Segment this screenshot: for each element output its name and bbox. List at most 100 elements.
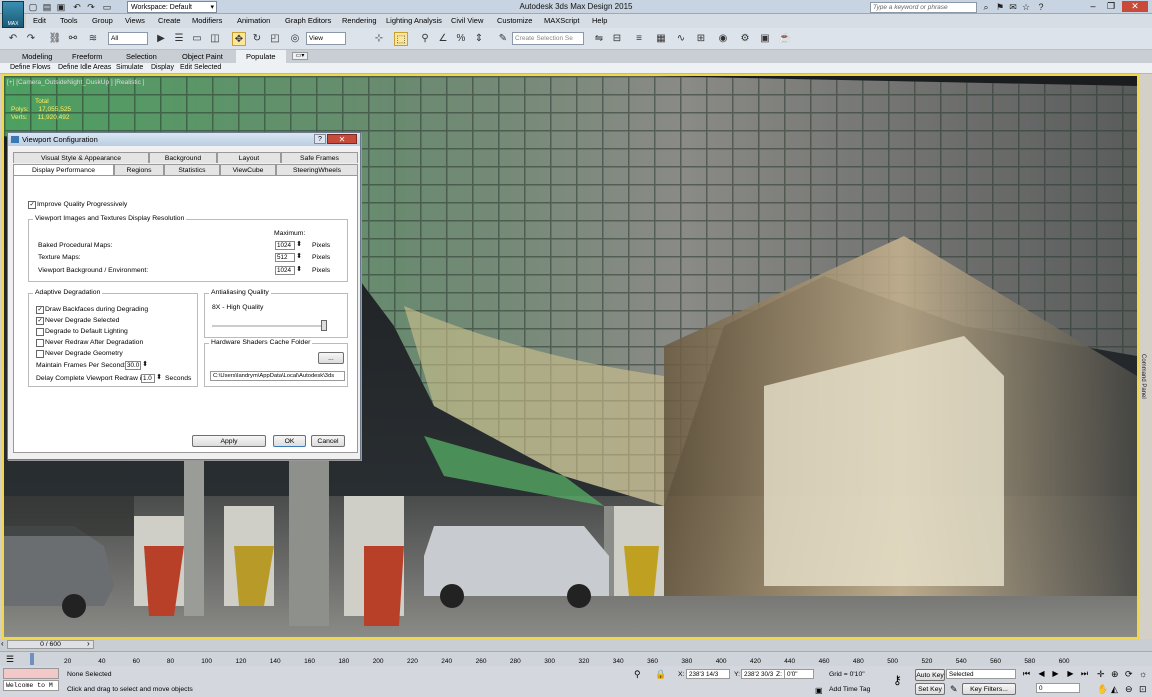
menu-help[interactable]: Help [592,16,607,25]
play-icon[interactable]: ▶ [1051,669,1060,678]
tab-layout[interactable]: Layout [217,152,281,163]
menu-group[interactable]: Group [92,16,113,25]
auto-key-button[interactable]: Auto Key [915,669,945,681]
edit-selected-button[interactable]: Edit Selected [180,64,221,71]
tab-object-paint[interactable]: Object Paint [182,52,223,61]
never-redraw-checkbox[interactable]: Never Redraw After Degradation [36,339,143,347]
menu-create[interactable]: Create [158,16,181,25]
never-degrade-geometry-checkbox[interactable]: Never Degrade Geometry [36,350,123,358]
baked-maps-spinner[interactable]: 1024 [275,241,302,250]
cancel-button[interactable]: Cancel [311,435,345,447]
menu-views[interactable]: Views [125,16,145,25]
undo-icon[interactable]: ↶ [72,2,82,12]
tab-background[interactable]: Background [149,152,217,163]
next-frame-icon[interactable]: › [87,639,90,648]
material-editor-icon[interactable]: ◉ [716,32,730,46]
key-filter-icon[interactable]: ✎ [950,684,958,695]
menu-rendering[interactable]: Rendering [342,16,377,25]
maxscript-listener[interactable] [3,668,59,679]
apply-button[interactable]: Apply [192,435,266,447]
bind-space-warp-icon[interactable]: ≋ [86,32,100,46]
z-coordinate-field[interactable]: 0'0" [784,669,814,679]
tab-statistics[interactable]: Statistics [164,164,220,175]
mini-curve-editor-icon[interactable]: ☰ [6,654,14,665]
browse-cache-button[interactable]: ... [318,352,344,364]
delay-spinner[interactable]: 1.0 [141,374,162,383]
viewport-label-menu[interactable]: [+] [Camera_OutsideNight_DuskUp ] [Reali… [7,79,144,86]
degrade-default-lighting-checkbox[interactable]: Degrade to Default Lighting [36,328,128,336]
menu-graph-editors[interactable]: Graph Editors [285,16,331,25]
selection-lock-icon[interactable]: 🔒 [655,669,666,680]
key-mode-dropdown[interactable]: Selected [946,669,1016,679]
orbit-icon[interactable]: ⟳ [1125,669,1133,680]
reference-coordinate-dropdown[interactable]: View [306,32,346,45]
current-frame-field[interactable]: 0 [1036,683,1080,693]
pan-icon[interactable]: ✋ [1097,684,1108,695]
help-icon[interactable]: ? [1036,2,1046,12]
open-file-icon[interactable]: ▤ [42,2,52,12]
define-flows-button[interactable]: Define Flows [10,64,50,71]
field-of-view-icon[interactable]: ◭ [1111,684,1118,695]
edit-named-selection-icon[interactable]: ✎ [496,32,510,46]
rendered-frame-icon[interactable]: ▣ [758,32,772,46]
favorites-icon[interactable]: ☆ [1021,2,1031,12]
spinner-snap-icon[interactable]: ⇕ [472,32,486,46]
unlink-icon[interactable]: ⚯ [66,32,80,46]
tab-safe-frames[interactable]: Safe Frames [281,152,358,163]
project-folder-icon[interactable]: ▭ [102,2,112,12]
background-res-spinner[interactable]: 1024 [275,266,302,275]
antialiasing-slider-track[interactable] [212,325,324,327]
display-button[interactable]: Display [151,64,174,71]
never-degrade-selected-checkbox[interactable]: Never Degrade Selected [36,317,119,325]
window-crossing-icon[interactable]: ◫ [208,32,222,46]
manipulate-icon[interactable]: ⬚ [394,32,408,46]
antialiasing-slider-thumb[interactable] [321,320,327,331]
workspace-dropdown[interactable]: Workspace: Default [127,1,217,13]
toggle-ribbon-icon[interactable]: ▦ [654,32,668,46]
redo-icon[interactable]: ↷ [24,32,38,46]
previous-frame-icon[interactable]: ◀ [1037,669,1046,678]
tab-selection[interactable]: Selection [126,52,157,61]
binoculars-icon[interactable]: ⌕ [981,2,991,12]
rectangular-selection-icon[interactable]: ▭ [190,32,204,46]
minimize-button[interactable]: – [1085,1,1101,12]
frame-marker[interactable] [30,653,34,665]
angle-snap-icon[interactable]: ∠ [436,32,450,46]
x-coordinate-field[interactable]: 238'3 14/3 [686,669,730,679]
goto-start-icon[interactable]: ⏮ [1022,669,1031,678]
menu-lighting-analysis[interactable]: Lighting Analysis [386,16,442,25]
maximize-button[interactable]: ❐ [1103,1,1119,12]
fps-spinner[interactable]: 30.0 [125,361,148,370]
schematic-view-icon[interactable]: ⊞ [694,32,708,46]
place-icon[interactable]: ◎ [288,32,302,46]
time-tag-icon[interactable]: ▣ [815,686,823,695]
select-scale-icon[interactable]: ◰ [268,32,282,46]
tab-modeling[interactable]: Modeling [22,52,52,61]
ribbon-options-icon[interactable]: ▭▾ [292,52,308,60]
menu-tools[interactable]: Tools [60,16,78,25]
zoom-icon[interactable]: ✛ [1097,669,1105,680]
add-time-tag-button[interactable]: Add Time Tag [829,686,870,693]
cache-path-field[interactable]: C:\Users\landrym\AppData\Local\Autodesk\… [210,371,345,381]
prev-frame-icon[interactable]: ‹ [1,639,4,648]
pivot-center-icon[interactable]: ⊹ [372,32,386,46]
menu-modifiers[interactable]: Modifiers [192,16,222,25]
track-bar[interactable]: ☰ 20 40 60 80 100 120 140 160 180 200 220 240 260 280… [0,651,1152,666]
maxscript-prompt[interactable]: Welcome to M [3,680,59,691]
goto-end-icon[interactable]: ⏭ [1080,669,1089,678]
dialog-close-button[interactable]: ✕ [327,134,357,144]
select-move-icon[interactable]: ✥ [232,32,246,46]
texture-maps-spinner[interactable]: 512 [275,253,302,262]
tab-visual-style[interactable]: Visual Style & Appearance [13,152,149,163]
dialog-help-button[interactable]: ? [314,134,326,144]
isolate-selection-icon[interactable]: ⚲ [634,669,641,680]
tab-regions[interactable]: Regions [114,164,164,175]
define-idle-areas-button[interactable]: Define Idle Areas [58,64,111,71]
selection-filter-dropdown[interactable]: All [108,32,148,45]
layer-explorer-icon[interactable]: ≡ [632,32,646,46]
ok-button[interactable]: OK [273,435,306,447]
align-icon[interactable]: ⊟ [610,32,624,46]
curve-editor-icon[interactable]: ∿ [674,32,688,46]
named-selection-dropdown[interactable]: Create Selection Se [512,32,584,45]
next-frame-icon[interactable]: ▶ [1066,669,1075,678]
